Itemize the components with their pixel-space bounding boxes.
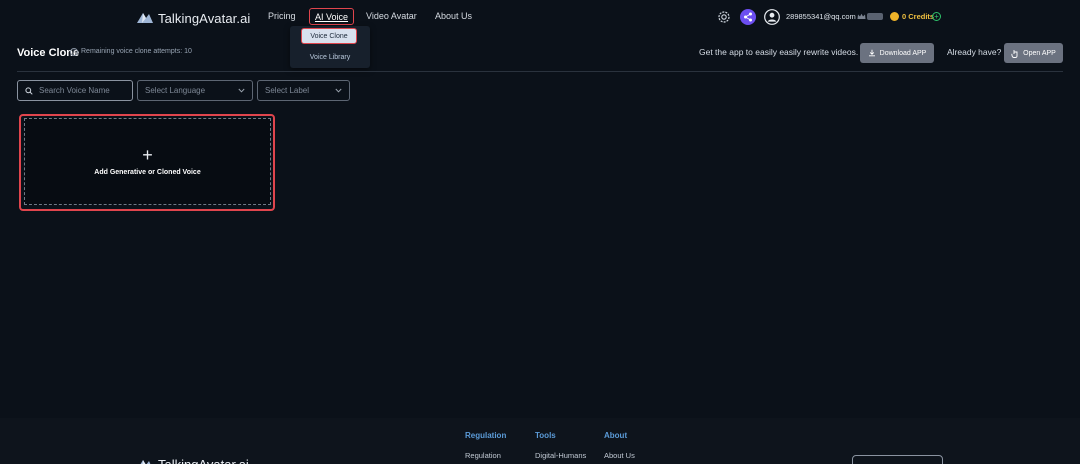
share-icon xyxy=(744,12,752,22)
footer-heading-tools: Tools xyxy=(535,431,556,440)
add-voice-card[interactable]: + Add Generative or Cloned Voice xyxy=(24,118,271,205)
open-app-label: Open APP xyxy=(1023,49,1056,57)
plus-icon: + xyxy=(142,145,153,165)
download-app-button[interactable]: Download APP xyxy=(860,43,934,63)
add-voice-label: Add Generative or Cloned Voice xyxy=(94,169,201,176)
open-app-button[interactable]: Open APP xyxy=(1004,43,1063,63)
nav-about-us[interactable]: About Us xyxy=(435,11,472,21)
credits-count: 0 Credits xyxy=(902,12,935,21)
download-app-label: Download APP xyxy=(879,49,927,57)
logo-icon xyxy=(140,459,151,464)
remaining-attempts: Remaining voice clone attempts: 10 xyxy=(81,48,192,55)
language-placeholder: Select Language xyxy=(145,86,206,95)
download-icon xyxy=(868,49,875,57)
dropdown-voice-library[interactable]: Voice Library xyxy=(290,50,370,64)
dropdown-voice-clone[interactable]: Voice Clone xyxy=(301,28,357,44)
footer-button[interactable] xyxy=(852,455,943,464)
label-placeholder: Select Label xyxy=(265,86,310,95)
vip-badge xyxy=(857,12,883,21)
get-app-text: Get the app to easily easily rewrite vid… xyxy=(699,47,859,57)
footer-link-regulation[interactable]: Regulation xyxy=(465,451,501,460)
user-avatar-icon[interactable] xyxy=(764,9,780,25)
logo-icon xyxy=(137,13,153,23)
chevron-down-icon xyxy=(238,88,245,93)
info-icon[interactable]: i xyxy=(70,48,78,56)
nav-pricing[interactable]: Pricing xyxy=(268,11,296,21)
language-select[interactable]: Select Language xyxy=(137,80,253,101)
search-placeholder: Search Voice Name xyxy=(39,86,110,95)
search-voice-input[interactable]: Search Voice Name xyxy=(17,80,133,101)
gear-icon[interactable] xyxy=(717,10,731,24)
chevron-down-icon xyxy=(335,88,342,93)
brand-logo[interactable]: TalkingAvatar.ai xyxy=(136,8,250,28)
crown-icon xyxy=(857,13,866,19)
nav-ai-voice[interactable]: AI Voice xyxy=(309,8,354,25)
footer-heading-about: About xyxy=(604,431,628,440)
header-divider xyxy=(17,71,1063,72)
already-have-text: Already have? xyxy=(947,47,1002,57)
footer-brand-name: TalkingAvatar.ai xyxy=(158,457,249,464)
nav-video-avatar[interactable]: Video Avatar xyxy=(366,11,417,21)
user-email[interactable]: 289855341@qq.com xyxy=(786,12,856,21)
vip-label xyxy=(867,13,883,20)
brand-name: TalkingAvatar.ai xyxy=(158,10,251,26)
share-button[interactable] xyxy=(740,9,756,25)
label-select[interactable]: Select Label xyxy=(257,80,350,101)
footer-logo[interactable]: TalkingAvatar.ai xyxy=(136,457,249,464)
add-credits-icon[interactable]: + xyxy=(932,12,941,21)
hand-pointer-icon xyxy=(1011,49,1018,58)
footer-heading-regulation: Regulation xyxy=(465,431,507,440)
footer-link-about-us[interactable]: About Us xyxy=(604,451,635,460)
search-icon xyxy=(25,86,33,95)
coin-icon xyxy=(890,12,899,21)
footer-link-digital-humans[interactable]: Digital-Humans xyxy=(535,451,586,460)
